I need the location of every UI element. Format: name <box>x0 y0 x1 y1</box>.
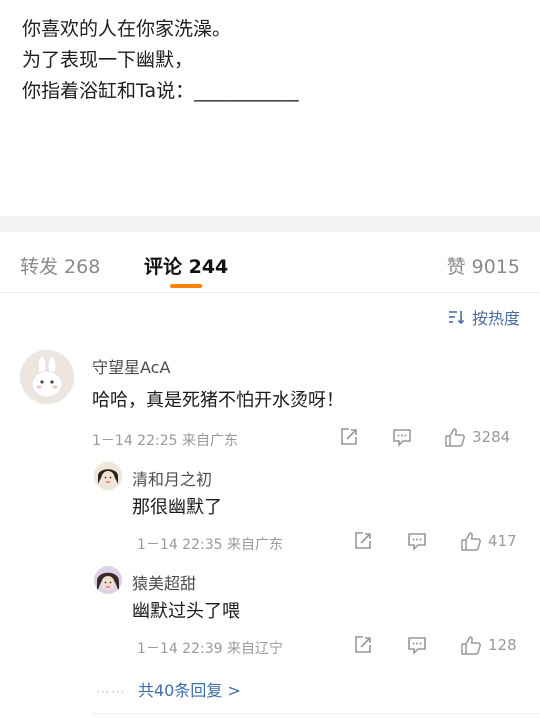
like-button[interactable]: 3284 <box>444 426 510 448</box>
reply-meta: 1－14 22:35 来自广东 <box>137 537 283 553</box>
like-count: 128 <box>488 636 517 654</box>
reply-text: 那很幽默了 <box>132 497 222 518</box>
post-line: 为了表现一下幽默， <box>22 49 194 71</box>
avatar[interactable] <box>94 566 122 594</box>
post-body: 你喜欢的人在你家洗澡。 为了表现一下幽默， 你指着浴缸和Ta说：________… <box>22 14 522 107</box>
thumbs-up-icon <box>461 532 481 551</box>
like-button[interactable]: 128 <box>460 634 517 656</box>
comment-icon <box>408 637 426 655</box>
sort-lines-icon <box>448 311 465 325</box>
reply-meta: 1－14 22:39 来自辽宁 <box>137 641 283 657</box>
post-line: 你指着浴缸和Ta说：___________ <box>22 80 299 102</box>
comment-icon <box>393 429 411 447</box>
comment-text: 哈哈，真是死猪不怕开水烫呀！ <box>92 390 344 411</box>
share-button[interactable] <box>352 530 374 552</box>
avatar[interactable] <box>94 462 122 490</box>
like-count: 417 <box>488 532 517 550</box>
tab-comment[interactable]: 评论 244 <box>144 252 228 279</box>
sort-by-hot-button[interactable]: 按热度 <box>448 305 520 329</box>
reply-username[interactable]: 清和月之初 <box>132 466 212 490</box>
section-divider <box>0 216 540 232</box>
like-count: 3284 <box>472 428 511 446</box>
comment-icon <box>408 533 426 551</box>
share-icon <box>355 532 371 549</box>
avatar[interactable] <box>20 350 74 404</box>
share-icon <box>355 636 371 653</box>
user-face-icon <box>94 566 122 594</box>
active-tab-indicator <box>170 284 202 288</box>
share-button[interactable] <box>338 426 360 448</box>
comment-meta: 1－14 22:25 来自广东 <box>92 433 238 449</box>
sort-label: 按热度 <box>471 309 520 328</box>
user-face-icon <box>94 462 122 490</box>
share-icon <box>341 428 357 445</box>
share-button[interactable] <box>352 634 374 656</box>
bunny-avatar-icon <box>20 350 74 404</box>
tab-repost[interactable]: 转发 268 <box>20 252 100 279</box>
like-button[interactable]: 417 <box>460 530 517 552</box>
reply-text: 幽默过头了喂 <box>132 601 240 622</box>
comment-username[interactable]: 守望星AcA <box>92 354 170 378</box>
reply-button[interactable] <box>406 530 428 552</box>
reply-button[interactable] <box>406 634 428 656</box>
thumbs-up-icon <box>461 636 481 655</box>
more-replies-link[interactable]: 共40条回复 > <box>138 677 241 701</box>
reply-username[interactable]: 猿美超甜 <box>132 570 196 594</box>
tab-like[interactable]: 赞 9015 <box>447 252 520 279</box>
post-line: 你喜欢的人在你家洗澡。 <box>22 18 232 40</box>
reply-button[interactable] <box>391 426 413 448</box>
post-tabs: 转发 268 评论 244 赞 9015 <box>0 232 540 293</box>
thumbs-up-icon <box>445 428 465 447</box>
divider <box>92 713 540 714</box>
more-replies-dots: ⋯⋯ <box>96 684 126 700</box>
